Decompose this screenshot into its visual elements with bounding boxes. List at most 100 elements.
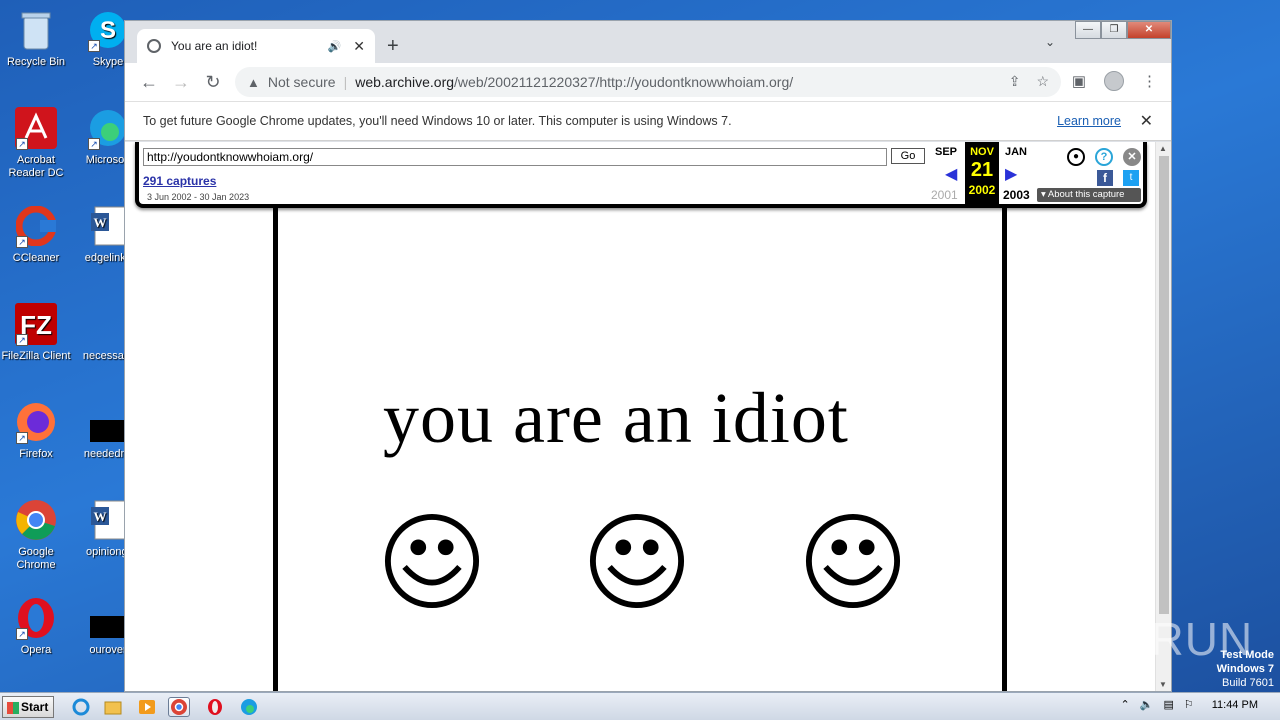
system-tray: ⌃ 🔈 ▤ ⚐ 11:44 PM bbox=[1121, 698, 1274, 712]
start-button[interactable]: Start bbox=[2, 696, 54, 718]
recycle-bin-icon bbox=[14, 8, 58, 52]
current-year: 2002 bbox=[968, 183, 996, 197]
clock[interactable]: 11:44 PM bbox=[1212, 699, 1258, 711]
internet-explorer-icon[interactable] bbox=[70, 697, 92, 717]
wayback-url-input[interactable]: http://youdontknowwhoiam.org/ bbox=[143, 148, 887, 166]
prev-month[interactable]: SEP bbox=[935, 146, 957, 158]
toolbar-actions: ▣ ⋮ bbox=[1072, 71, 1157, 91]
side-panel-icon[interactable]: ▣ bbox=[1072, 72, 1086, 90]
next-capture-arrow-icon[interactable]: ▶ bbox=[1005, 164, 1017, 184]
volume-icon[interactable]: 🔈 bbox=[1140, 698, 1154, 711]
smiley-face-icon bbox=[589, 513, 685, 609]
firefox-icon: ↗ bbox=[14, 400, 58, 444]
twitter-icon[interactable]: t bbox=[1123, 170, 1139, 186]
desktop-icon-firefox[interactable]: ↗ Firefox bbox=[0, 400, 72, 461]
desktop-icon-opera[interactable]: ↗ Opera bbox=[0, 596, 72, 657]
user-icon[interactable]: ● bbox=[1067, 148, 1085, 166]
desktop-icon-chrome[interactable]: Google Chrome bbox=[0, 498, 72, 572]
test-mode-label: Test Mode Windows 7 Build 7601 bbox=[1217, 648, 1274, 690]
warning-icon[interactable]: ▲ bbox=[247, 75, 260, 90]
start-label: Start bbox=[21, 700, 49, 714]
captures-range: 3 Jun 2002 - 30 Jan 2023 bbox=[147, 192, 250, 202]
scroll-down-icon[interactable]: ▼ bbox=[1159, 680, 1167, 689]
edge-taskbar-icon[interactable] bbox=[238, 697, 260, 717]
next-month[interactable]: JAN bbox=[1005, 146, 1027, 158]
security-status: Not secure bbox=[267, 74, 336, 90]
action-center-icon[interactable]: ⚐ bbox=[1184, 698, 1194, 711]
about-capture-label: About this capture bbox=[1047, 189, 1125, 200]
test-mode-line1: Test Mode bbox=[1220, 649, 1274, 661]
prev-year[interactable]: 2001 bbox=[931, 188, 958, 202]
address-bar[interactable]: ▲ Not secure | web.archive.org /web/2002… bbox=[235, 67, 1061, 97]
chrome-window: You are an idiot! 🔊 ✕ + ⌄ — ❐ ✕ ← → ↻ ▲ … bbox=[124, 20, 1172, 692]
desktop-icon-filezilla[interactable]: FZ ↗ FileZilla Client bbox=[0, 302, 72, 363]
forward-icon[interactable]: → bbox=[165, 72, 197, 93]
shortcut-arrow-icon: ↗ bbox=[16, 628, 28, 640]
learn-more-link[interactable]: Learn more bbox=[1057, 114, 1121, 128]
shortcut-arrow-icon: ↗ bbox=[16, 138, 28, 150]
speaker-icon[interactable]: 🔊 bbox=[328, 40, 342, 53]
scroll-up-icon[interactable]: ▲ bbox=[1159, 144, 1167, 153]
prev-capture-arrow-icon[interactable]: ◀ bbox=[945, 164, 957, 184]
opera-icon: ↗ bbox=[14, 596, 58, 640]
current-capture: NOV 21 2002 bbox=[965, 142, 999, 204]
address-separator: | bbox=[343, 74, 348, 90]
update-infobar: To get future Google Chrome updates, you… bbox=[125, 101, 1171, 141]
test-mode-line3: Build 7601 bbox=[1222, 677, 1274, 689]
current-day: 21 bbox=[970, 159, 994, 181]
captures-link[interactable]: 291 captures bbox=[143, 174, 216, 188]
minimize-icon[interactable]: — bbox=[1075, 21, 1101, 39]
svg-text:W: W bbox=[94, 509, 107, 524]
tab-search-icon[interactable]: ⌄ bbox=[1045, 35, 1055, 49]
help-icon[interactable]: ? bbox=[1095, 148, 1113, 166]
share-icon[interactable]: ⇪ bbox=[1009, 73, 1021, 90]
restore-icon[interactable]: ❐ bbox=[1101, 21, 1127, 39]
menu-kebab-icon[interactable]: ⋮ bbox=[1142, 72, 1157, 90]
svg-text:S: S bbox=[100, 17, 116, 44]
tab-title: You are an idiot! bbox=[171, 39, 258, 53]
next-year[interactable]: 2003 bbox=[1003, 188, 1030, 202]
svg-text:W: W bbox=[94, 215, 107, 230]
desktop-icon-ccleaner[interactable]: ↗ CCleaner bbox=[0, 204, 72, 265]
about-capture-button[interactable]: ▾ About this capture bbox=[1037, 188, 1141, 202]
infobar-message: To get future Google Chrome updates, you… bbox=[143, 114, 732, 128]
tab-you-are-an-idiot[interactable]: You are an idiot! 🔊 ✕ bbox=[137, 29, 375, 63]
globe-icon bbox=[147, 39, 161, 53]
chrome-taskbar-icon[interactable] bbox=[168, 697, 190, 717]
chrome-icon bbox=[14, 498, 58, 542]
tab-close-icon[interactable]: ✕ bbox=[353, 38, 365, 55]
scrollbar-thumb[interactable] bbox=[1159, 156, 1169, 614]
desktop-icon-acrobat[interactable]: ↗ Acrobat Reader DC bbox=[0, 106, 72, 180]
back-icon[interactable]: ← bbox=[133, 72, 165, 93]
close-window-icon[interactable]: ✕ bbox=[1127, 21, 1171, 39]
profile-avatar-icon[interactable] bbox=[1104, 71, 1124, 91]
opera-taskbar-icon[interactable] bbox=[204, 697, 226, 717]
network-icon[interactable]: ▤ bbox=[1163, 698, 1173, 711]
tray-expand-icon[interactable]: ⌃ bbox=[1121, 698, 1130, 711]
vertical-scrollbar[interactable]: ▲ ▼ bbox=[1155, 142, 1171, 691]
current-month: NOV bbox=[970, 146, 994, 158]
wayback-icons: ● ? ✕ bbox=[1067, 148, 1141, 166]
desktop-icon-recycle-bin[interactable]: Recycle Bin bbox=[0, 8, 72, 69]
bookmark-star-icon[interactable]: ☆ bbox=[1036, 73, 1049, 90]
window-controls: — ❐ ✕ bbox=[1075, 21, 1171, 39]
wayback-go-button[interactable]: Go bbox=[891, 148, 925, 164]
windows-flag-icon bbox=[7, 702, 19, 714]
wayback-toolbar: http://youdontknowwhoiam.org/ Go 291 cap… bbox=[135, 142, 1147, 208]
shortcut-arrow-icon: ↗ bbox=[88, 138, 100, 150]
filezilla-icon: FZ ↗ bbox=[14, 302, 58, 346]
reload-icon[interactable]: ↻ bbox=[197, 72, 229, 93]
acrobat-icon: ↗ bbox=[14, 106, 58, 150]
shortcut-arrow-icon: ↗ bbox=[16, 236, 28, 248]
new-tab-icon[interactable]: + bbox=[387, 35, 399, 58]
test-mode-line2: Windows 7 bbox=[1216, 663, 1274, 675]
explorer-folder-icon[interactable] bbox=[102, 697, 124, 717]
smiley-face-icon bbox=[384, 513, 480, 609]
media-player-icon[interactable] bbox=[136, 697, 158, 717]
facebook-icon[interactable]: f bbox=[1097, 170, 1113, 186]
infobar-close-icon[interactable]: ✕ bbox=[1140, 111, 1153, 131]
close-wayback-icon[interactable]: ✕ bbox=[1123, 148, 1141, 166]
address-path: /web/20021121220327/http://youdontknowwh… bbox=[454, 74, 794, 90]
tab-strip: You are an idiot! 🔊 ✕ + ⌄ — ❐ ✕ bbox=[125, 21, 1171, 63]
taskbar: Start ⌃ 🔈 ▤ ⚐ 11:44 PM bbox=[0, 692, 1280, 720]
